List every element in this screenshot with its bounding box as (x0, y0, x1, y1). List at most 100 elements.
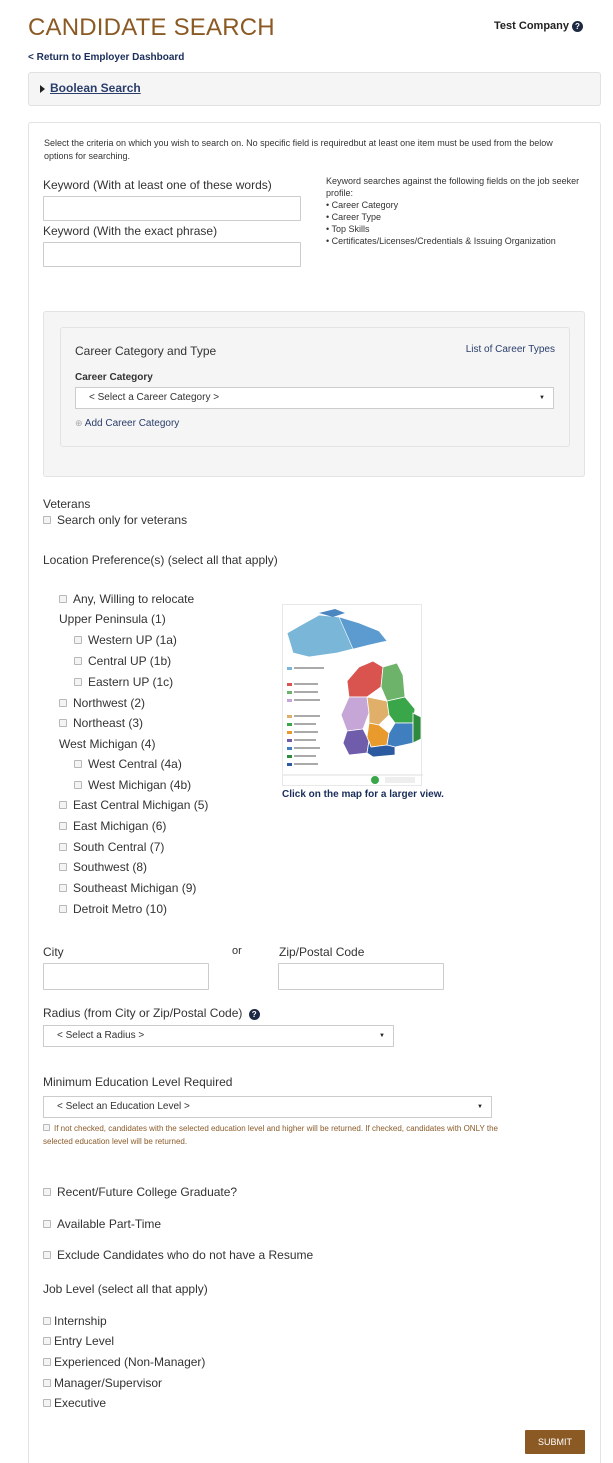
career-types-list-link[interactable]: List of Career Types (466, 344, 555, 355)
add-career-category-link[interactable]: Add Career Category (85, 418, 180, 429)
graduate-option[interactable]: Recent/Future College Graduate? (43, 1185, 237, 1199)
zip-label: Zip/Postal Code (279, 945, 365, 959)
radius-select[interactable]: < Select a Radius > ▼ (43, 1025, 394, 1047)
job-level-option[interactable]: Experienced (Non-Manager) (43, 1355, 205, 1369)
location-option[interactable]: West Michigan (4b) (74, 778, 191, 792)
dropdown-caret-icon: ▼ (539, 395, 545, 401)
location-option[interactable]: Southwest (8) (59, 860, 147, 874)
education-only-option[interactable]: If not checked, candidates with the sele… (43, 1122, 513, 1148)
location-label: East Central Michigan (5) (73, 798, 209, 812)
location-option[interactable]: Western UP (1a) (74, 633, 177, 647)
career-category-select[interactable]: < Select a Career Category > ▼ (75, 387, 554, 409)
city-input[interactable] (43, 963, 209, 990)
veterans-option[interactable]: Search only for veterans (43, 513, 187, 527)
job-level-label: Executive (54, 1396, 107, 1410)
location-checkbox[interactable] (59, 863, 67, 871)
company-name[interactable]: Test Company ? (494, 20, 583, 32)
location-label: Southwest (8) (73, 860, 148, 874)
education-note: If not checked, candidates with the sele… (43, 1124, 498, 1146)
region-map[interactable] (282, 604, 423, 786)
radius-value: < Select a Radius > (57, 1030, 145, 1041)
job-level-checkbox[interactable] (43, 1337, 51, 1345)
location-option[interactable]: West Central (4a) (74, 757, 182, 771)
keyword-any-label: Keyword (With at least one of these word… (43, 178, 272, 192)
location-option[interactable]: Central UP (1b) (74, 654, 171, 668)
caret-right-icon[interactable] (40, 85, 45, 93)
education-select[interactable]: < Select an Education Level > ▼ (43, 1096, 492, 1118)
location-label: Southeast Michigan (9) (73, 881, 197, 895)
return-to-dashboard-link[interactable]: < Return to Employer Dashboard (28, 52, 184, 63)
graduate-label: Recent/Future College Graduate? (57, 1185, 238, 1199)
location-checkbox[interactable] (59, 905, 67, 913)
location-option[interactable]: Northeast (3) (59, 716, 143, 730)
career-category-heading: Career Category and Type (75, 344, 217, 358)
job-level-option[interactable]: Entry Level (43, 1334, 114, 1348)
location-checkbox[interactable] (59, 884, 67, 892)
help-icon[interactable]: ? (572, 21, 583, 32)
location-option[interactable]: East Michigan (6) (59, 819, 166, 833)
location-option[interactable]: Southeast Michigan (9) (59, 881, 196, 895)
search-instructions: Select the criteria on which you wish to… (44, 138, 553, 161)
keyword-exact-label: Keyword (With the exact phrase) (43, 224, 218, 238)
exclude-no-resume-option[interactable]: Exclude Candidates who do not have a Res… (43, 1248, 313, 1262)
job-level-label: Internship (54, 1314, 107, 1328)
dropdown-caret-icon: ▼ (477, 1104, 483, 1110)
location-checkbox[interactable] (59, 801, 67, 809)
location-option[interactable]: Eastern UP (1c) (74, 675, 173, 689)
location-checkbox[interactable] (74, 678, 82, 686)
location-checkbox[interactable] (59, 595, 67, 603)
job-level-checkbox[interactable] (43, 1399, 51, 1407)
keyword-exact-input[interactable] (43, 242, 301, 267)
add-career-category[interactable]: ⊕ Add Career Category (75, 418, 179, 429)
veterans-checkbox[interactable] (43, 516, 51, 524)
location-option[interactable]: South Central (7) (59, 840, 164, 854)
veterans-option-label: Search only for veterans (57, 513, 188, 527)
keyword-any-input[interactable] (43, 196, 301, 221)
education-only-checkbox[interactable] (43, 1124, 50, 1131)
location-checkbox[interactable] (74, 760, 82, 768)
veterans-heading: Veterans (43, 497, 91, 511)
education-value: < Select an Education Level > (57, 1101, 190, 1112)
location-label: Detroit Metro (10) (73, 902, 168, 916)
part-time-label: Available Part-Time (57, 1217, 162, 1231)
exclude-no-resume-checkbox[interactable] (43, 1251, 51, 1259)
location-checkbox[interactable] (74, 657, 82, 665)
keyword-help-field: • Certificates/Licenses/Credentials & Is… (326, 236, 556, 246)
location-label: East Michigan (6) (73, 819, 167, 833)
location-option[interactable]: Detroit Metro (10) (59, 902, 167, 916)
location-checkbox[interactable] (59, 699, 67, 707)
location-option[interactable]: East Central Michigan (5) (59, 798, 208, 812)
job-level-option[interactable]: Executive (43, 1396, 106, 1410)
job-level-checkbox[interactable] (43, 1379, 51, 1387)
job-level-checkbox[interactable] (43, 1358, 51, 1366)
job-level-option[interactable]: Manager/Supervisor (43, 1376, 162, 1390)
location-label: South Central (7) (73, 840, 165, 854)
keyword-help-intro: Keyword searches against the following f… (326, 176, 580, 198)
exclude-no-resume-label: Exclude Candidates who do not have a Res… (57, 1248, 314, 1262)
location-option[interactable]: Any, Willing to relocate (59, 592, 194, 606)
location-checkbox[interactable] (59, 719, 67, 727)
city-label: City (43, 945, 64, 959)
location-checkbox[interactable] (59, 822, 67, 830)
company-label: Test Company (494, 20, 569, 32)
location-group-label: West Michigan (4) (59, 737, 156, 751)
graduate-checkbox[interactable] (43, 1188, 51, 1196)
location-label: West Central (4a) (88, 757, 182, 771)
location-checkbox[interactable] (59, 843, 67, 851)
job-level-option[interactable]: Internship (43, 1314, 107, 1328)
location-checkbox[interactable] (74, 781, 82, 789)
zip-input[interactable] (278, 963, 444, 990)
plus-circle-icon: ⊕ (75, 418, 83, 428)
part-time-option[interactable]: Available Part-Time (43, 1217, 161, 1231)
keyword-help-field: • Top Skills (326, 224, 370, 234)
radius-help-icon[interactable]: ? (248, 1009, 260, 1020)
submit-button[interactable]: SUBMIT (525, 1430, 585, 1454)
job-level-heading: Job Level (select all that apply) (43, 1282, 208, 1296)
job-level-checkbox[interactable] (43, 1317, 51, 1325)
location-label: Any, Willing to relocate (73, 592, 195, 606)
part-time-checkbox[interactable] (43, 1220, 51, 1228)
location-checkbox[interactable] (74, 636, 82, 644)
job-level-label: Entry Level (54, 1334, 115, 1348)
location-option[interactable]: Northwest (2) (59, 696, 145, 710)
boolean-search-toggle[interactable]: Boolean Search (50, 81, 141, 95)
